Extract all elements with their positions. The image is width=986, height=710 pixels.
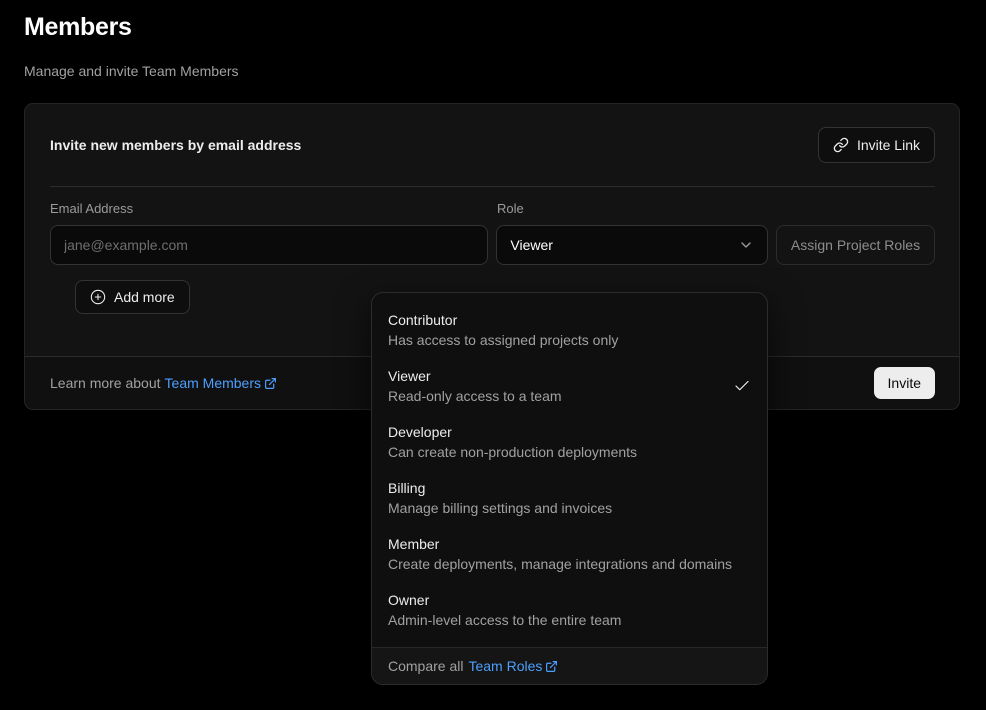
email-input[interactable] <box>50 225 488 265</box>
invite-button[interactable]: Invite <box>874 367 935 399</box>
invite-link-label: Invite Link <box>857 137 920 153</box>
external-link-icon <box>264 377 277 390</box>
role-option-billing[interactable]: Billing Manage billing settings and invo… <box>372 470 767 526</box>
role-dropdown-list: Contributor Has access to assigned proje… <box>372 293 767 647</box>
role-option-name: Owner <box>388 590 621 610</box>
role-option-description: Has access to assigned projects only <box>388 330 618 350</box>
plus-circle-icon <box>90 289 106 305</box>
page-subtitle: Manage and invite Team Members <box>24 63 239 79</box>
role-option-member[interactable]: Member Create deployments, manage integr… <box>372 526 767 582</box>
role-option-name: Developer <box>388 422 637 442</box>
learn-more-note: Learn more about Team Members <box>50 375 277 391</box>
role-option-name: Member <box>388 534 732 554</box>
role-option-description: Can create non-production deployments <box>388 442 637 462</box>
compare-all-text: Compare all <box>388 658 463 674</box>
role-option-description: Admin-level access to the entire team <box>388 610 621 630</box>
external-link-icon <box>545 660 558 673</box>
invite-card-header: Invite new members by email address Invi… <box>25 104 959 186</box>
add-more-label: Add more <box>114 289 175 305</box>
chevron-down-icon <box>738 237 754 253</box>
link-icon <box>833 137 849 153</box>
role-option-name: Contributor <box>388 310 618 330</box>
form-inputs: Viewer Assign Project Roles <box>50 225 935 265</box>
role-option-viewer[interactable]: Viewer Read-only access to a team <box>372 358 767 414</box>
role-option-description: Manage billing settings and invoices <box>388 498 612 518</box>
role-select[interactable]: Viewer <box>496 225 768 265</box>
invite-card-title: Invite new members by email address <box>50 137 301 153</box>
team-roles-link-label: Team Roles <box>468 658 542 674</box>
email-label: Email Address <box>50 201 489 216</box>
role-option-developer[interactable]: Developer Can create non-production depl… <box>372 414 767 470</box>
role-option-name: Viewer <box>388 366 562 386</box>
team-members-link[interactable]: Team Members <box>165 375 277 391</box>
form-labels: Email Address Role <box>50 201 935 216</box>
role-option-description: Read-only access to a team <box>388 386 562 406</box>
role-label: Role <box>497 201 769 216</box>
assign-project-roles-button[interactable]: Assign Project Roles <box>776 225 935 265</box>
team-members-link-label: Team Members <box>165 375 261 391</box>
role-dropdown-menu: Contributor Has access to assigned proje… <box>371 292 768 685</box>
role-option-description: Create deployments, manage integrations … <box>388 554 732 574</box>
members-page: Members Manage and invite Team Members I… <box>0 0 986 710</box>
role-dropdown-footer: Compare all Team Roles <box>372 647 767 684</box>
role-option-owner[interactable]: Owner Admin-level access to the entire t… <box>372 582 767 638</box>
role-option-contributor[interactable]: Contributor Has access to assigned proje… <box>372 302 767 358</box>
learn-more-text: Learn more about <box>50 375 161 391</box>
invite-link-button[interactable]: Invite Link <box>818 127 935 163</box>
check-icon <box>733 377 751 395</box>
team-roles-link[interactable]: Team Roles <box>468 658 558 674</box>
role-option-name: Billing <box>388 478 612 498</box>
page-title: Members <box>24 13 132 42</box>
add-more-button[interactable]: Add more <box>75 280 190 314</box>
role-select-value: Viewer <box>510 237 553 253</box>
